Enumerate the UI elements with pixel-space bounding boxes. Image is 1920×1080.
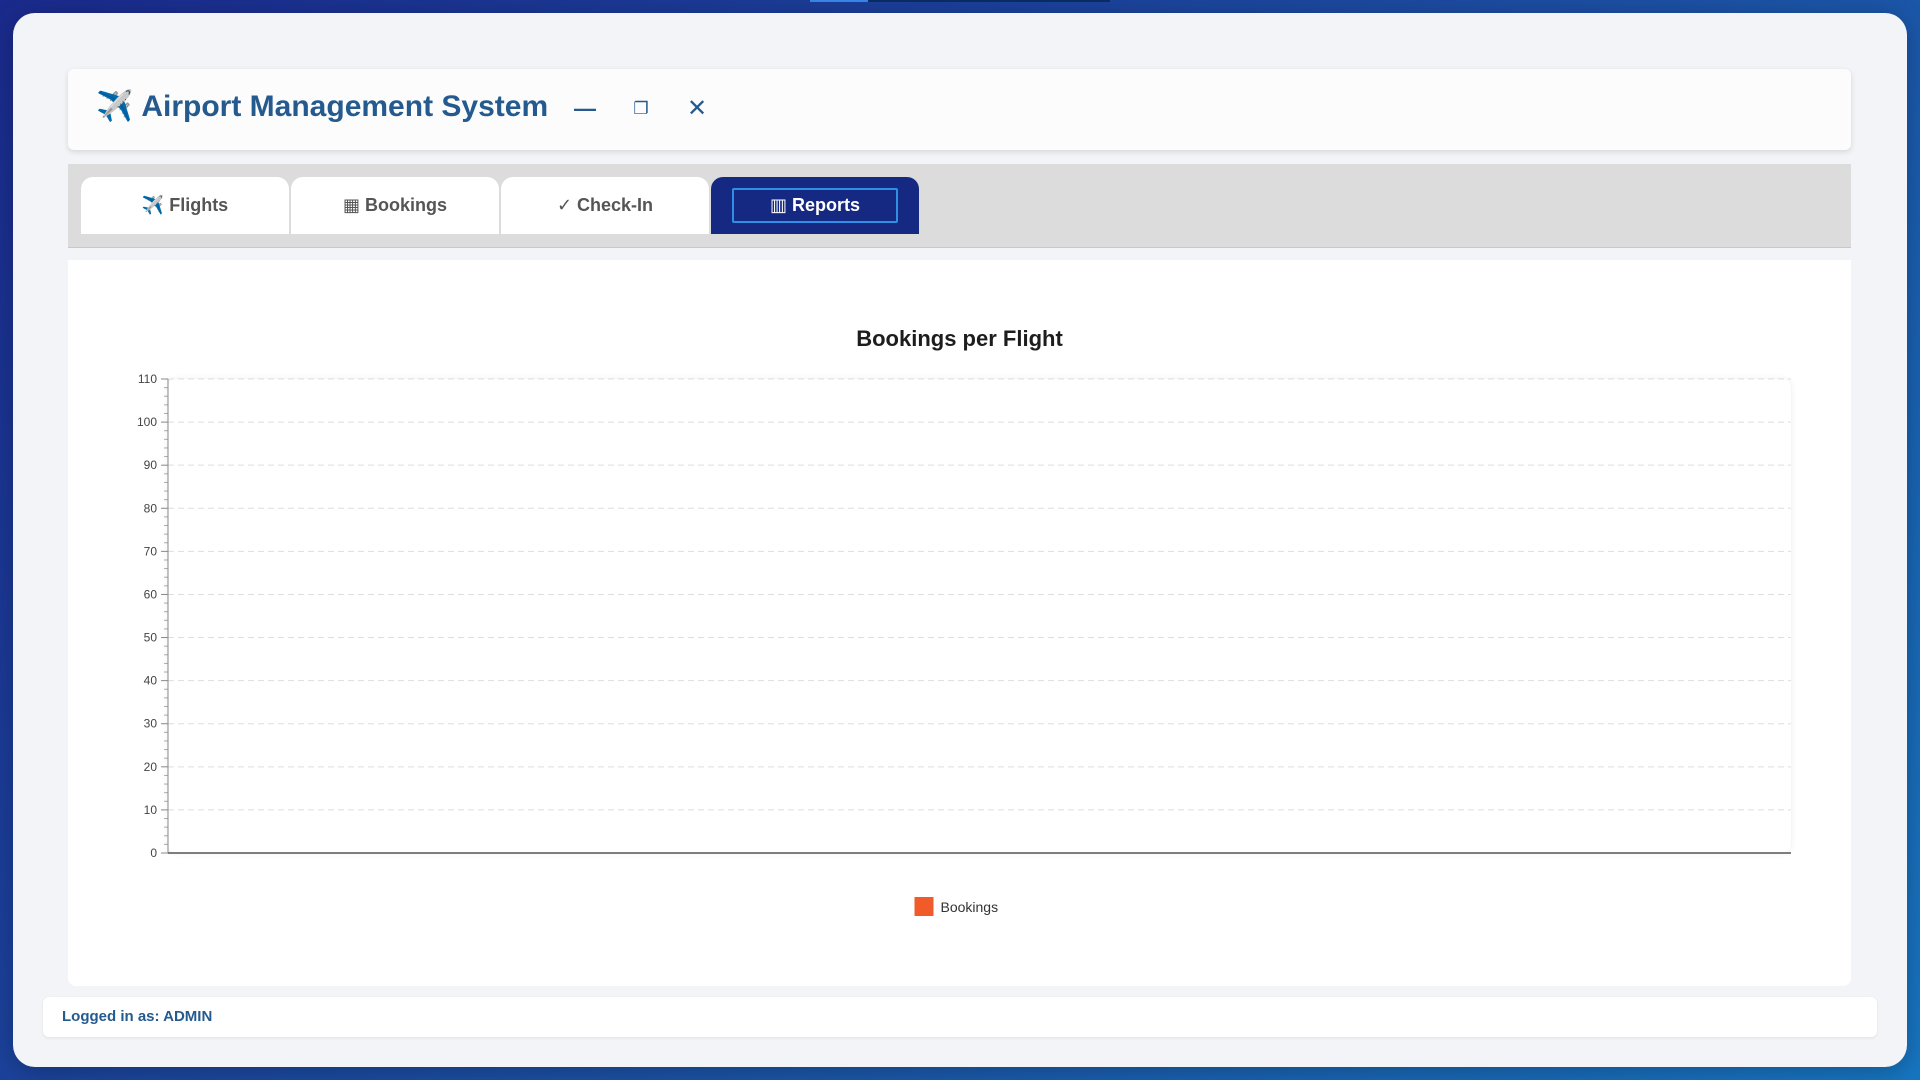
tab-bookings[interactable]: ▦ Bookings: [291, 177, 499, 234]
y-tick-label: 40: [144, 674, 158, 688]
legend-swatch: [914, 897, 934, 916]
airplane-icon: ✈️: [96, 90, 134, 123]
y-tick-label: 60: [144, 587, 158, 601]
plot-area: [168, 379, 1791, 853]
close-button[interactable]: ✕: [679, 91, 715, 127]
checkmark-icon: ✓: [556, 195, 573, 215]
tab-bar: ✈️ Flights ▦ Bookings ✓ Check-In ▥ Repor…: [68, 164, 1851, 248]
y-tick-label: 10: [144, 803, 158, 817]
tab-label: Bookings: [365, 195, 448, 215]
tab-focus-ring: ▥ Reports: [732, 188, 898, 223]
y-tick-label: 90: [144, 458, 158, 472]
tab-flights[interactable]: ✈️ Flights: [81, 177, 289, 234]
tab-label: Check-In: [577, 195, 654, 215]
y-tick-label: 100: [137, 415, 157, 429]
tab-check-in[interactable]: ✓ Check-In: [501, 177, 709, 234]
taskbar-strip: [868, 0, 1110, 2]
y-tick-label: 0: [150, 846, 157, 860]
maximize-button[interactable]: ❐: [623, 91, 659, 127]
app-title-text: Airport Management System: [141, 90, 549, 123]
tab-label: Reports: [792, 195, 861, 215]
app-window: ✈️ Airport Management System — ❐ ✕ ✈️ Fli…: [13, 13, 1907, 1067]
tab-label: Flights: [169, 195, 229, 215]
tab-reports[interactable]: ▥ Reports: [711, 177, 919, 234]
login-status: Logged in as: ADMIN: [62, 1008, 213, 1025]
calendar-icon: ▦: [342, 195, 360, 215]
app-header: ✈️ Airport Management System — ❐ ✕: [68, 69, 1851, 150]
y-tick-label: 70: [144, 544, 158, 558]
y-tick-label: 20: [144, 760, 158, 774]
minimize-button[interactable]: —: [567, 91, 603, 127]
status-bar: Logged in as: ADMIN: [43, 997, 1877, 1037]
y-tick-label: 30: [144, 717, 158, 731]
taskbar-accent: [810, 0, 868, 2]
legend-label: Bookings: [941, 899, 999, 915]
reports-panel: Bookings per Flight 0 10 20 30 40 50 60 70 80 90 1…: [68, 260, 1851, 986]
y-tick-label: 50: [144, 631, 158, 645]
bookings-chart: 0 10 20 30 40 50 60 70 80 90 100 110 Bookings: [137, 372, 1791, 916]
y-tick-label: 80: [144, 501, 158, 515]
bar-chart-icon: ▥: [769, 195, 787, 215]
airplane-icon: ✈️: [141, 195, 165, 215]
y-tick-label: 110: [138, 372, 157, 386]
app-title: ✈️ Airport Management System: [96, 89, 548, 124]
